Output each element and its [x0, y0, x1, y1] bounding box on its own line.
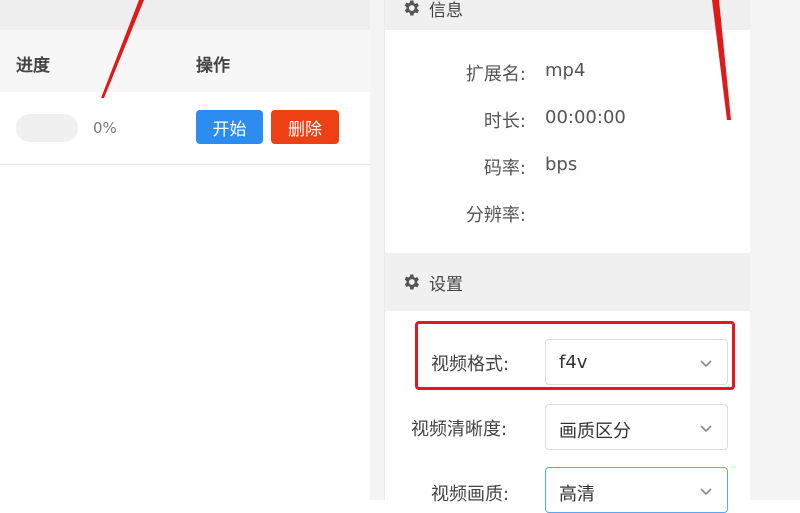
bitrate-label: 码率:	[483, 158, 526, 179]
video-quality-select[interactable]: 高清	[545, 467, 728, 513]
gear-icon	[404, 274, 419, 290]
duration-label: 时长:	[483, 111, 526, 132]
delete-button[interactable]: 删除	[271, 110, 339, 144]
table-header: 进度 操作	[0, 30, 370, 93]
extension-label: 扩展名:	[465, 64, 526, 85]
info-section-header: 信息	[385, 0, 751, 30]
info-section-title: 信息	[429, 1, 463, 21]
task-list-panel: 进度 操作 0% 开始 删除	[0, 0, 370, 500]
window-edge	[750, 0, 800, 500]
chevron-down-icon	[700, 425, 712, 433]
panel-divider	[370, 0, 384, 500]
chevron-down-icon	[700, 488, 712, 496]
video-quality-value: 高清	[559, 484, 595, 505]
gear-icon	[404, 0, 419, 16]
column-header-action: 操作	[196, 56, 230, 76]
start-button[interactable]: 开始	[196, 110, 263, 144]
list-toolbar	[0, 0, 370, 30]
settings-section-title: 设置	[429, 275, 463, 295]
video-clarity-value: 画质区分	[559, 421, 631, 442]
table-row: 0% 开始 删除	[0, 92, 370, 165]
video-clarity-select[interactable]: 画质区分	[545, 404, 728, 450]
settings-section-header: 设置	[385, 253, 751, 311]
resolution-label: 分辨率:	[465, 205, 526, 226]
video-quality-label: 视频画质:	[431, 484, 510, 505]
video-clarity-label: 视频清晰度:	[411, 419, 508, 440]
bitrate-value: bps	[545, 154, 578, 175]
highlight-box	[415, 321, 735, 390]
progress-bar	[16, 114, 78, 142]
properties-panel: 信息 扩展名: mp4 时长: 00:00:00 码率: bps 分辨率: 设置…	[384, 0, 751, 513]
extension-value: mp4	[545, 60, 586, 81]
progress-text: 0%	[93, 119, 117, 137]
column-header-progress: 进度	[16, 56, 50, 76]
duration-value: 00:00:00	[545, 107, 626, 128]
